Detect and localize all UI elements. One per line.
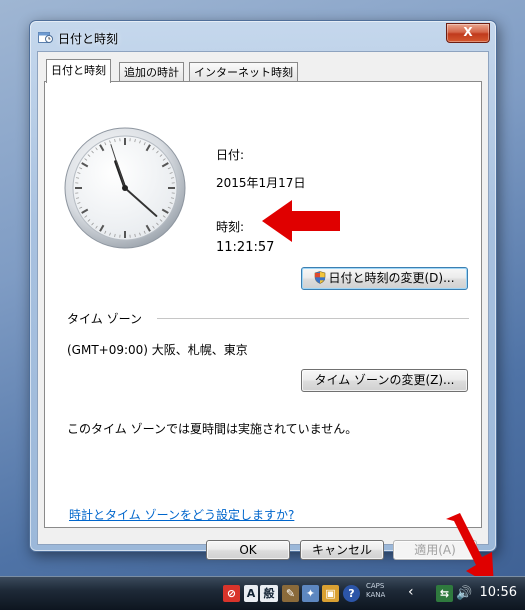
ok-button[interactable]: OK	[206, 540, 290, 560]
volume-icon[interactable]: 🔊	[456, 585, 473, 602]
caps-label: CAPS	[366, 582, 385, 591]
cancel-button[interactable]: キャンセル	[300, 540, 384, 560]
help-icon[interactable]: ?	[343, 585, 360, 602]
dialog-client-area: 日付と時刻 追加の時計 インターネット時刻	[37, 51, 489, 545]
kana-label: KANA	[366, 591, 385, 600]
window-title: 日付と時刻	[58, 30, 118, 47]
help-link[interactable]: 時計とタイム ゾーンをどう設定しますか?	[69, 506, 294, 523]
show-hidden-icons-chevron[interactable]: ‹	[408, 584, 414, 600]
dst-message: このタイム ゾーンでは夏時間は実施されていません。	[67, 420, 357, 437]
tab-panel-date-and-time: 日付: 2015年1月17日 時刻: 11:21:57 日付と時刻の変更(D).…	[44, 81, 482, 528]
date-value: 2015年1月17日	[216, 174, 305, 191]
change-timezone-button[interactable]: タイム ゾーンの変更(Z)...	[301, 369, 468, 392]
tab-label: インターネット時刻	[194, 66, 293, 79]
button-label: OK	[239, 543, 256, 557]
calendar-clock-icon	[38, 30, 53, 44]
network-icon[interactable]: ⇆	[436, 585, 453, 602]
date-label: 日付:	[216, 146, 244, 163]
ime-pad-icon[interactable]: ✦	[302, 585, 319, 602]
ime-kanji-icon[interactable]: 般	[260, 585, 278, 602]
ime-mode-icon[interactable]: A	[244, 585, 258, 602]
tab-label: 日付と時刻	[51, 64, 106, 77]
taskbar: ⊘ A 般 ✎ ✦ ▣ ? CAPS KANA ‹ ⇆ 🔊 10:56	[0, 576, 525, 610]
change-date-time-button[interactable]: 日付と時刻の変更(D)...	[301, 267, 468, 290]
caps-kana-indicator: CAPS KANA	[366, 582, 385, 600]
button-label: キャンセル	[312, 543, 372, 557]
close-button[interactable]: X	[446, 23, 490, 43]
tab-label: 追加の時計	[124, 66, 179, 79]
ime-dictionary-icon[interactable]: ▣	[322, 585, 339, 602]
red-arrow-left	[260, 198, 342, 244]
taskbar-clock[interactable]: 10:56	[480, 585, 517, 600]
tab-additional-clocks[interactable]: 追加の時計	[119, 62, 184, 82]
analog-clock	[63, 126, 187, 250]
time-label: 時刻:	[216, 218, 244, 235]
title-bar[interactable]: 日付と時刻 X	[30, 21, 496, 53]
ime-tool-icon[interactable]: ✎	[282, 585, 299, 602]
uac-shield-icon	[314, 271, 326, 284]
button-label: 日付と時刻の変更(D)...	[328, 271, 454, 285]
section-divider	[157, 318, 469, 319]
ime-a-label: A	[247, 587, 256, 600]
date-time-dialog: 日付と時刻 X 日付と時刻 追加の時計 インターネット時刻	[29, 20, 497, 552]
tab-internet-time[interactable]: インターネット時刻	[189, 62, 298, 82]
timezone-value: (GMT+09:00) 大阪、札幌、東京	[67, 341, 248, 358]
button-label: タイム ゾーンの変更(Z)...	[314, 373, 454, 387]
desktop: { "window": { "title": "日付と時刻", "close_l…	[0, 0, 525, 609]
timezone-section-label: タイム ゾーン	[67, 310, 142, 327]
ime-kanji-label: 般	[264, 587, 275, 600]
app-tray-icon[interactable]: ⊘	[223, 585, 240, 602]
tab-date-and-time[interactable]: 日付と時刻	[46, 59, 111, 83]
